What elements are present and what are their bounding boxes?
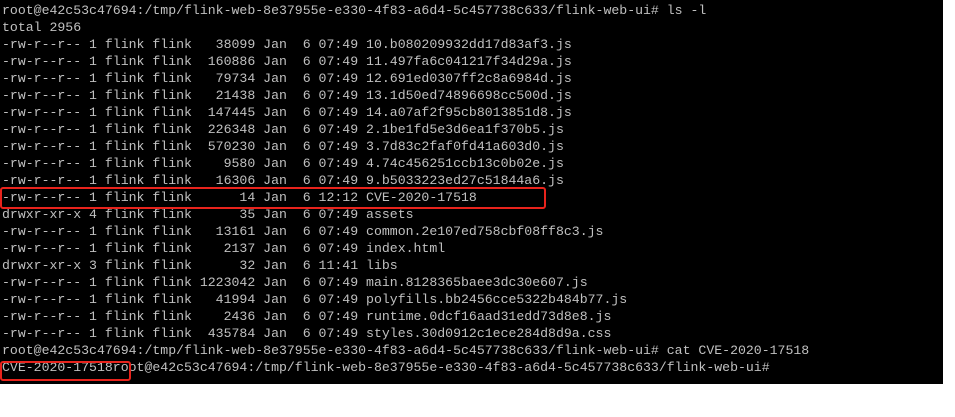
terminal-line-prompt-ls: root@e42c53c47694:/tmp/flink-web-8e37955… — [2, 3, 707, 18]
file-row: -rw-r--r-- 1 flink flink 79734 Jan 6 07:… — [2, 71, 572, 86]
file-row: drwxr-xr-x 3 flink flink 32 Jan 6 11:41 … — [2, 258, 398, 273]
file-row: -rw-r--r-- 1 flink flink 13161 Jan 6 07:… — [2, 224, 604, 239]
file-row: -rw-r--r-- 1 flink flink 38099 Jan 6 07:… — [2, 37, 572, 52]
file-row: -rw-r--r-- 1 flink flink 1223042 Jan 6 0… — [2, 275, 588, 290]
terminal-line-cat-output: CVE-2020-17518root@e42c53c47694:/tmp/fli… — [2, 360, 770, 375]
terminal-output: root@e42c53c47694:/tmp/flink-web-8e37955… — [2, 2, 943, 376]
file-row: -rw-r--r-- 1 flink flink 570230 Jan 6 07… — [2, 139, 564, 154]
file-row: -rw-r--r-- 1 flink flink 226348 Jan 6 07… — [2, 122, 564, 137]
file-row: -rw-r--r-- 1 flink flink 16306 Jan 6 07:… — [2, 173, 564, 188]
file-row-cve-highlighted: -rw-r--r-- 1 flink flink 14 Jan 6 12:12 … — [2, 190, 477, 205]
terminal-window[interactable]: root@e42c53c47694:/tmp/flink-web-8e37955… — [0, 0, 943, 384]
file-row: -rw-r--r-- 1 flink flink 41994 Jan 6 07:… — [2, 292, 628, 307]
file-row: -rw-r--r-- 1 flink flink 2436 Jan 6 07:4… — [2, 309, 612, 324]
file-row: drwxr-xr-x 4 flink flink 35 Jan 6 07:49 … — [2, 207, 414, 222]
file-row: -rw-r--r-- 1 flink flink 435784 Jan 6 07… — [2, 326, 612, 341]
terminal-line-total: total 2956 — [2, 20, 82, 35]
file-row: -rw-r--r-- 1 flink flink 2137 Jan 6 07:4… — [2, 241, 446, 256]
file-row: -rw-r--r-- 1 flink flink 160886 Jan 6 07… — [2, 54, 572, 69]
file-row: -rw-r--r-- 1 flink flink 147445 Jan 6 07… — [2, 105, 572, 120]
file-row: -rw-r--r-- 1 flink flink 21438 Jan 6 07:… — [2, 88, 572, 103]
terminal-line-prompt-cat: root@e42c53c47694:/tmp/flink-web-8e37955… — [2, 343, 810, 358]
file-row: -rw-r--r-- 1 flink flink 9580 Jan 6 07:4… — [2, 156, 564, 171]
